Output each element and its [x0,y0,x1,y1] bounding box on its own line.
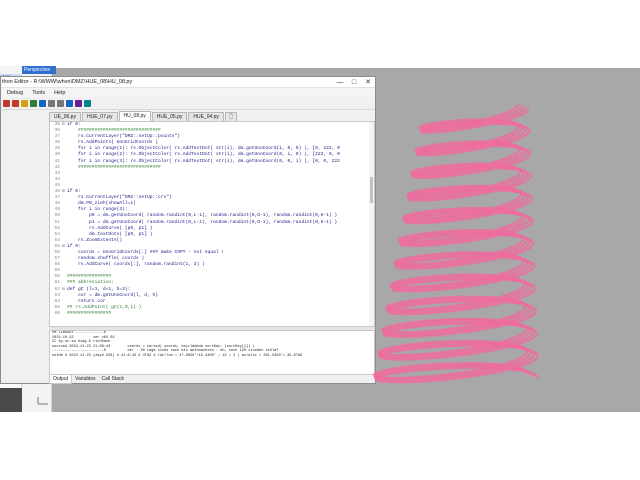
toolbar [1,97,375,110]
step-icon[interactable] [75,99,82,107]
menu-tools[interactable]: Tools [32,90,45,96]
line-number: 66 [54,310,60,316]
menu-help[interactable]: Help [54,90,65,96]
python-editor-window: thon Editor - R:\WWW\whvn\DMZ\HUE_08\HU_… [0,76,376,384]
code-line[interactable]: 66 ################ [50,311,374,317]
code-text: ############################## [67,164,161,170]
window-title: thon Editor - R:\WWW\whvn\DMZ\HUE_08\HU_… [2,79,133,85]
code-editor[interactable]: 35 ⊟ if 0: 36 #############################… [49,121,375,327]
left-panel-footer [0,388,22,412]
code-text: rs.AddCurve( coords[:], random.randint(1… [67,262,205,268]
file-tab[interactable]: HUE_07.py [81,112,118,121]
stop-icon[interactable] [3,99,10,107]
output-panel: DM LIBRARY -------------0 2024-10-22 ver … [49,330,375,375]
minimize-button[interactable]: — [333,77,347,88]
bottom-tab-variables[interactable]: Variables [72,375,98,384]
bottom-tab-output[interactable]: Output [49,375,73,384]
file-tab[interactable]: HU_08.py [118,111,151,121]
file-tab[interactable]: UE_06.py [49,112,81,121]
new-file-icon[interactable]: 🗋 [224,112,237,121]
bottom-tab-call-stack[interactable]: Call Stack [99,375,128,384]
debug-icon[interactable] [66,99,73,107]
file-tab-bar: UE_06.py HUE_07.py HU_08.py HUE_05.py HUE_04… [49,111,238,121]
menu-debug[interactable]: Debug [7,90,23,96]
undo-icon[interactable] [48,99,55,107]
pink-helix-curve [372,103,540,384]
close-button[interactable]: ✕ [361,77,375,88]
bottom-tab-bar: Output Variables Call Stack [49,375,127,384]
axis-indicator-icon [37,397,48,405]
redo-icon[interactable] [57,99,64,107]
file-tab[interactable]: HUE_05.py [151,112,188,121]
maximize-button[interactable]: □ [347,77,361,88]
save-icon[interactable] [39,99,46,107]
editor-side-gutter [1,121,47,383]
output-line: setUm # 2024 11 23 (day# 328) # 21:6:43 … [52,353,303,358]
menu-bar: Debug Tools Help [1,88,375,97]
run-icon[interactable] [30,99,37,107]
code-text: ################ [67,310,112,316]
refresh-icon[interactable] [84,99,91,107]
stop-all-icon[interactable] [12,99,19,107]
warning-icon[interactable] [21,99,28,107]
perspective-tab[interactable]: Perspective [22,66,56,74]
title-bar: thon Editor - R:\WWW\whvn\DMZ\HUE_08\HU_… [1,77,375,88]
file-tab[interactable]: HUE_04.py [188,112,224,121]
